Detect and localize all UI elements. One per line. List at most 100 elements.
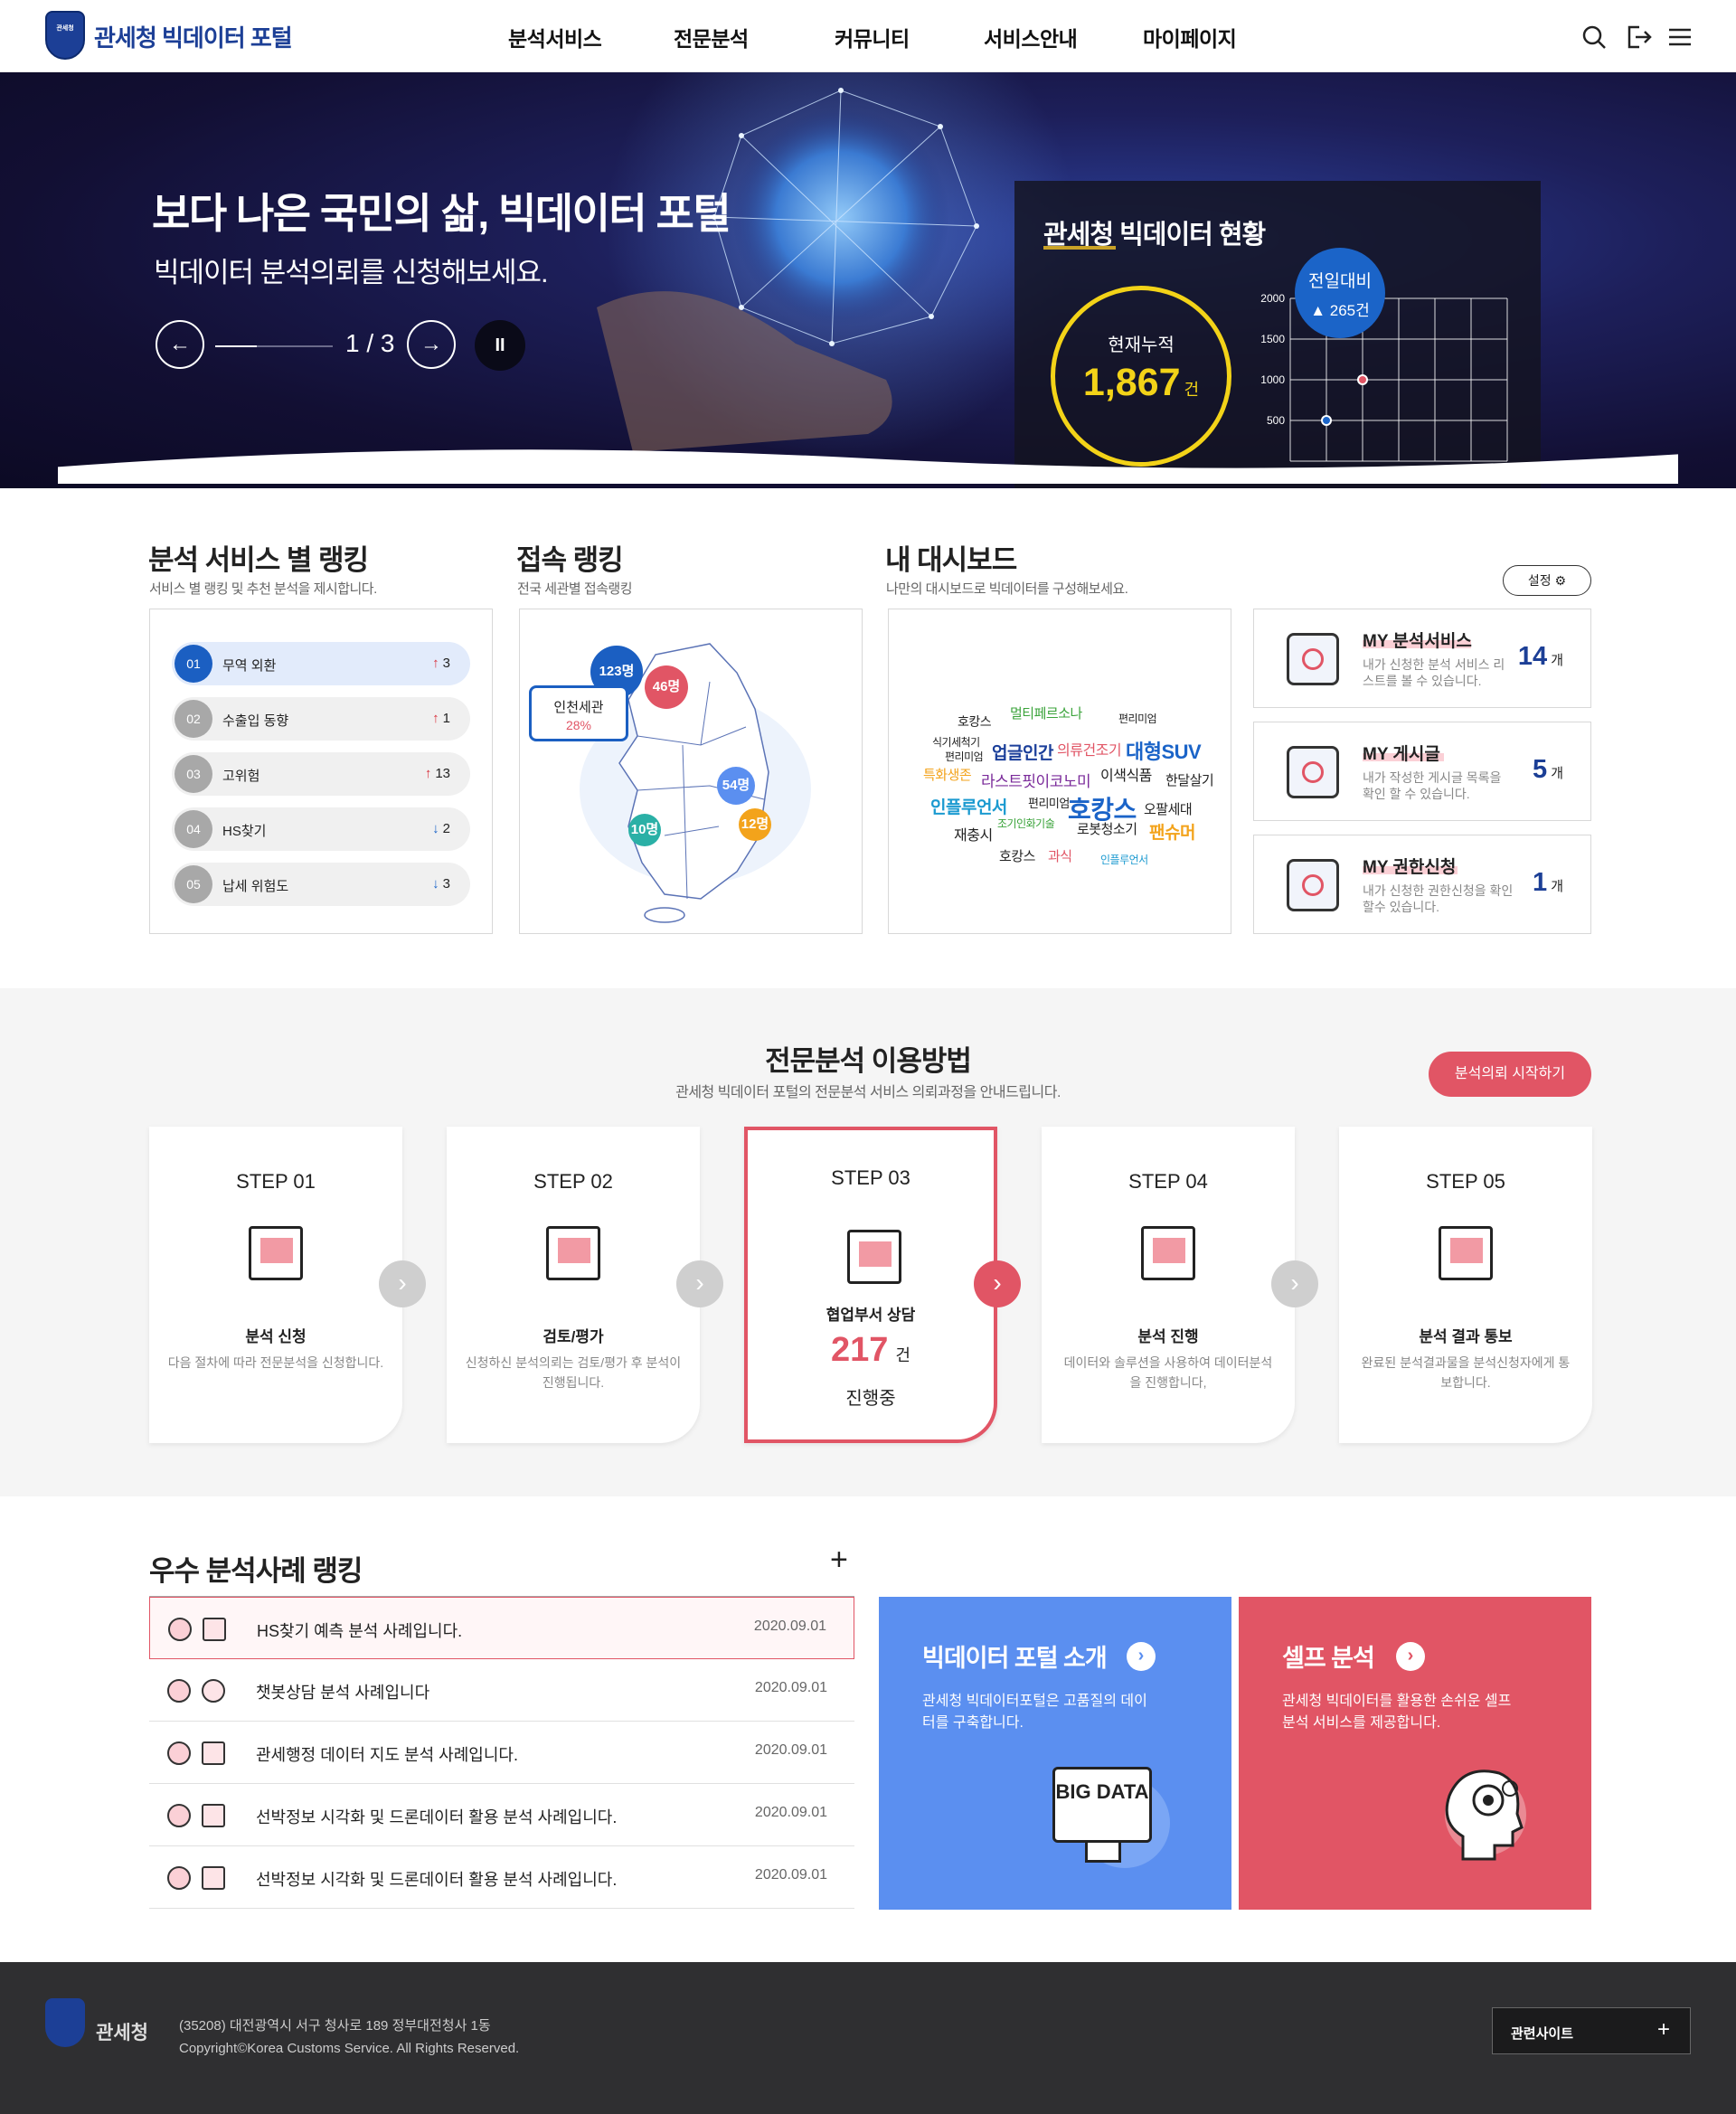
map-bubble-5[interactable]: 12명: [739, 808, 771, 841]
map-bubble-3[interactable]: 54명: [717, 767, 755, 805]
search-icon[interactable]: [1580, 24, 1608, 51]
step-name: 검토/평가: [542, 1328, 604, 1345]
rank-number: 02: [175, 700, 212, 738]
word-cloud-term[interactable]: 편리미엄: [1118, 711, 1157, 726]
word-cloud-term[interactable]: 팬슈머: [1149, 819, 1195, 844]
cases-more-icon[interactable]: +: [830, 1543, 848, 1578]
step-card[interactable]: STEP 04 분석 진행 데이터와 솔루션을 사용하여 데이터분석을 진행합니다,: [1042, 1127, 1295, 1443]
word-cloud-term[interactable]: 인플루언서: [1100, 852, 1148, 867]
dashboard-card-title: MY 게시글: [1363, 745, 1440, 764]
step-card[interactable]: STEP 02 검토/평가 신청하신 분석의뢰는 검토/평가 후 분석이 진행됩니다…: [447, 1127, 700, 1443]
rank-change-value: 3: [442, 876, 450, 892]
word-cloud-term[interactable]: 식기세척기: [932, 734, 980, 750]
related-sites-button[interactable]: 관련사이트 +: [1492, 2007, 1691, 2054]
head-gear-icon: [1445, 1770, 1524, 1861]
dashboard-title: 내 대시보드: [885, 544, 1017, 576]
word-cloud-term[interactable]: 업글인간: [992, 740, 1053, 764]
rank-change: ↑ 3: [432, 656, 450, 671]
dashboard-card[interactable]: MY 권한신청 내가 신청한 권한신청을 확인 할수 있습니다. 1 개: [1253, 835, 1591, 934]
plus-icon: +: [1656, 2017, 1670, 2042]
chart-point[interactable]: [1357, 374, 1368, 385]
hero-next-button[interactable]: →: [407, 320, 456, 369]
word-cloud-term[interactable]: 조기인화기술: [997, 816, 1055, 831]
promo-self-title: 셀프 분석: [1282, 1645, 1375, 1672]
word-cloud-term[interactable]: 과식: [1048, 846, 1072, 865]
step-next-arrow: ›: [676, 1260, 723, 1307]
word-cloud-term[interactable]: 이색식품: [1100, 763, 1152, 785]
word-cloud-term[interactable]: 로봇청소기: [1077, 819, 1137, 838]
case-item[interactable]: 선박정보 시각화 및 드론데이터 활용 분석 사례입니다. 2020.09.01: [149, 1846, 854, 1909]
case-item[interactable]: HS찾기 예측 분석 사례입니다. 2020.09.01: [149, 1597, 854, 1659]
map-bubble-2[interactable]: 46명: [645, 665, 688, 709]
site-footer: 관세청 (35208) 대전광역시 서구 청사로 189 정부대전청사 1동 C…: [0, 1962, 1736, 2114]
case-item[interactable]: 챗봇상담 분석 사례입니다 2020.09.01: [149, 1659, 854, 1722]
step-card[interactable]: STEP 05 분석 결과 통보 완료된 분석결과물을 분석신청자에게 통보합니다.: [1339, 1127, 1592, 1443]
cumulative-number: 1,867: [1082, 361, 1181, 404]
word-cloud-term[interactable]: 멀티페르소나: [1010, 703, 1082, 722]
word-cloud-term[interactable]: 의류건조기: [1057, 738, 1122, 760]
nav-service-guide[interactable]: 서비스안내: [984, 22, 1078, 52]
word-cloud-term[interactable]: 한달살기: [1165, 770, 1214, 789]
word-cloud-term[interactable]: 호캉스: [958, 713, 992, 731]
step-card[interactable]: STEP 01 분석 신청 다음 절차에 따라 전문분석을 신청합니다.: [149, 1127, 402, 1443]
analysis-chart-icon-accent: [1153, 1238, 1185, 1263]
nav-community[interactable]: 커뮤니티: [835, 22, 910, 52]
word-cloud-term[interactable]: 인플루언서: [930, 794, 1007, 818]
dashboard-card[interactable]: MY 분석서비스 내가 신청한 분석 서비스 리스트를 볼 수 있습니다. 14 개: [1253, 609, 1591, 708]
callout-name: 인천세관: [553, 700, 604, 715]
word-cloud-term[interactable]: 편리미엄: [1028, 794, 1070, 811]
menu-icon[interactable]: [1666, 24, 1694, 51]
hero-prev-button[interactable]: ←: [156, 320, 204, 369]
word-cloud-term[interactable]: 대형SUV: [1126, 736, 1202, 765]
site-logo-text[interactable]: 관세청 빅데이터 포털: [94, 20, 293, 53]
arrow-right-icon: →: [420, 332, 442, 356]
dashboard-settings-button[interactable]: 설정 ⚙: [1503, 565, 1591, 596]
step-next-arrow: ›: [379, 1260, 426, 1307]
case-item[interactable]: 관세행정 데이터 지도 분석 사례입니다. 2020.09.01: [149, 1722, 854, 1784]
bar-chart-icon: [202, 1741, 225, 1765]
rank-item[interactable]: 05 납세 위험도 ↓ 3: [172, 863, 470, 906]
rank-item[interactable]: 02 수출입 동향 ↑ 1: [172, 697, 470, 741]
hero-subtitle: 빅데이터 분석의뢰를 신청해보세요.: [154, 257, 549, 288]
rank-item[interactable]: 03 고위험 ↑ 13: [172, 752, 470, 796]
logout-icon[interactable]: [1625, 24, 1652, 51]
request-form-icon: [249, 1226, 303, 1280]
nav-expert-analysis[interactable]: 전문분석: [674, 22, 749, 52]
status-title-underline: [1043, 246, 1116, 250]
word-cloud-term[interactable]: 편리미엄: [945, 749, 984, 764]
rank-name: 수출입 동향: [222, 713, 289, 729]
dashboard-card-title: MY 권한신청: [1363, 858, 1457, 877]
word-cloud-term[interactable]: 재충시: [954, 823, 993, 845]
word-cloud-term[interactable]: 라스트핏이코노미: [981, 769, 1091, 791]
consult-laptop-icon-accent: [859, 1241, 892, 1267]
step-count-unit: 건: [895, 1346, 910, 1364]
step-label: STEP 01: [236, 1170, 316, 1193]
map-bubble-4[interactable]: 10명: [628, 814, 661, 846]
step-next-arrow: ›: [1271, 1260, 1318, 1307]
big-data-monitor-icon: BIG DATA: [1052, 1767, 1152, 1843]
promo-self-card[interactable]: 셀프 분석 › 관세청 빅데이터를 활용한 손쉬운 셀프 분석 서비스를 제공합…: [1239, 1597, 1591, 1910]
cumulative-value: 1,867 건: [1055, 361, 1227, 405]
footer-logo-text: 관세청: [96, 2023, 148, 2043]
rank-item[interactable]: 04 HS찾기 ↓ 2: [172, 807, 470, 851]
hero-wave-shape: [58, 449, 1678, 484]
step-card[interactable]: STEP 03 협업부서 상담 217 건 진행중: [744, 1127, 997, 1443]
customs-logo-icon[interactable]: 관세청: [45, 11, 85, 60]
word-cloud-term[interactable]: 특화생존: [923, 765, 972, 784]
case-item[interactable]: 선박정보 시각화 및 드론데이터 활용 분석 사례입니다. 2020.09.01: [149, 1784, 854, 1846]
result-mail-icon-accent: [1450, 1238, 1483, 1263]
arrow-left-icon: ←: [169, 332, 191, 356]
hero-pause-button[interactable]: II: [475, 320, 525, 371]
start-analysis-button[interactable]: 분석의뢰 시작하기: [1429, 1052, 1591, 1097]
dashboard-card-desc: 내가 신청한 권한신청을 확인 할수 있습니다.: [1363, 883, 1514, 914]
word-cloud-term[interactable]: 호캉스: [999, 846, 1035, 865]
dashboard-card[interactable]: MY 게시글 내가 작성한 게시글 목록을 확인 할 수 있습니다. 5 개: [1253, 722, 1591, 821]
step-count-value: 217: [831, 1331, 889, 1369]
nav-analysis-service[interactable]: 분석서비스: [508, 22, 602, 52]
count-value: 1: [1533, 868, 1548, 897]
rank-item[interactable]: 01 무역 외환 ↑ 3: [172, 642, 470, 685]
word-cloud-term[interactable]: 오팔세대: [1144, 799, 1193, 818]
nav-mypage[interactable]: 마이페이지: [1143, 22, 1237, 52]
arrow-down-icon: ↓: [432, 821, 439, 836]
promo-bigdata-card[interactable]: 빅데이터 포털 소개 › 관세청 빅데이터포털은 고품질의 데이터를 구축합니다…: [879, 1597, 1231, 1910]
